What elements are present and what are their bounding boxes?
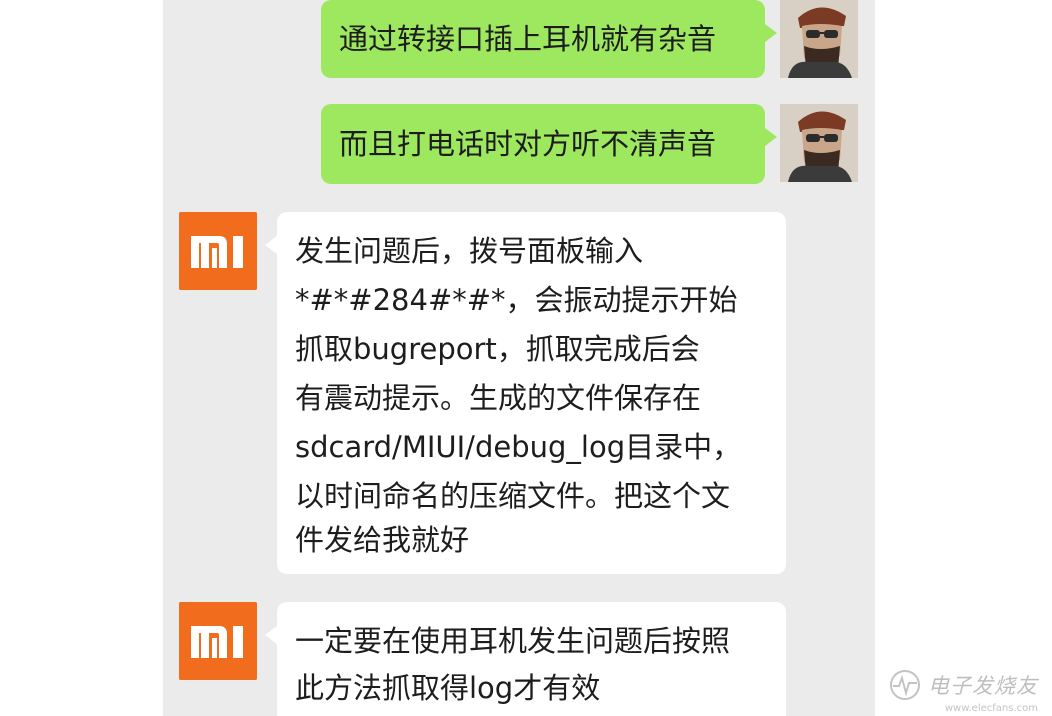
chat-conversation: 通过转接口插上耳机就有杂音 而且打电话时对方听不清声音 发生问题后，拨号面板输入… [163,0,875,716]
mi-logo-icon [179,212,257,290]
bearded-man-avatar-icon [780,0,858,78]
site-watermark: 电子发烧友 [888,668,1038,702]
mi-logo-icon [179,602,257,680]
message-text-line: 有震动提示。生成的文件保存在 [295,381,702,415]
message-text-line: *#*#284#*#*，会振动提示开始 [295,283,738,317]
message-bubble-sent[interactable]: 通过转接口插上耳机就有杂音 [321,0,777,78]
message-text: 通过转接口插上耳机就有杂音 [339,22,717,56]
watermark-url: www.elecfans.com [944,703,1038,714]
mi-avatar[interactable] [179,602,257,680]
mi-avatar[interactable] [179,212,257,290]
watermark-text: 电子发烧友 [928,674,1038,698]
message-text-line: 以时间命名的压缩文件。把这个文 [295,479,731,513]
pulse-logo-icon [890,670,920,700]
message-bubble-sent[interactable]: 而且打电话时对方听不清声音 [321,104,777,184]
message-text-line: 件发给我就好 [295,523,470,557]
message-bubble-received[interactable]: 发生问题后，拨号面板输入 *#*#284#*#*，会振动提示开始 抓取bugre… [265,212,786,574]
message-text-line: 抓取bugreport，抓取完成后会 [295,332,700,366]
message-bubble-received[interactable]: 一定要在使用耳机发生问题后按照 此方法抓取得log才有效 [265,602,786,716]
message-text-line: 发生问题后，拨号面板输入 [295,234,644,268]
user-avatar[interactable] [780,0,858,78]
message-text-line: sdcard/MIUI/debug_log目录中， [295,430,742,464]
user-avatar[interactable] [780,104,858,182]
bearded-man-avatar-icon [780,104,858,182]
message-text: 而且打电话时对方听不清声音 [339,127,717,161]
message-text-line: 一定要在使用耳机发生问题后按照 [295,624,731,658]
message-text-line: 此方法抓取得log才有效 [295,671,601,705]
